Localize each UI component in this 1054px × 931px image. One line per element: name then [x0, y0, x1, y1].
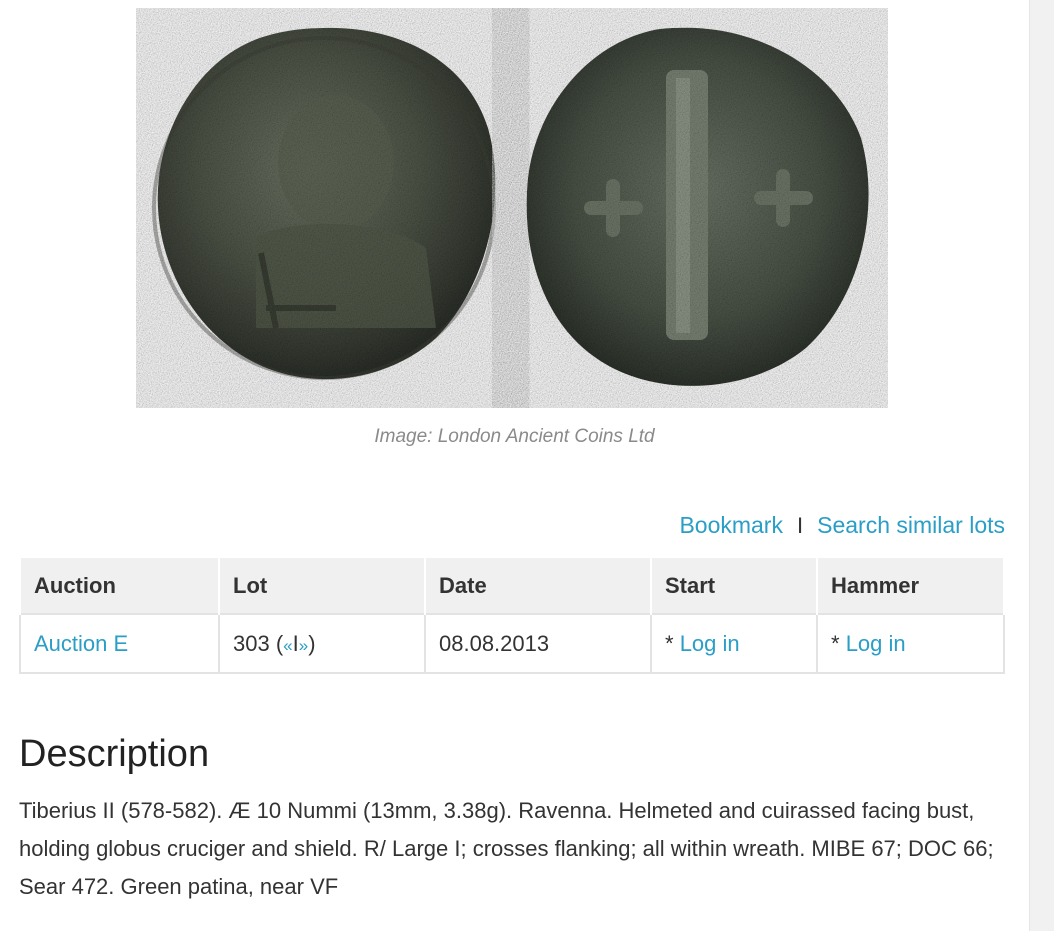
lot-number: 303 [233, 630, 270, 656]
lot-paren-close: ) [308, 630, 316, 656]
table-row: Auction E 303 («I») 08.08.2013 * Log in … [19, 613, 1005, 674]
start-asterisk: * [665, 630, 680, 656]
header-start: Start [650, 556, 818, 614]
actions-separator: I [796, 512, 804, 538]
next-lot-link[interactable]: » [299, 636, 308, 655]
bookmark-link[interactable]: Bookmark [679, 512, 783, 539]
lot-table: Auction Lot Date Start Hammer Auction E … [19, 556, 1005, 674]
start-login-link[interactable]: Log in [680, 631, 740, 656]
coin-image [136, 8, 888, 408]
search-similar-lots-link[interactable]: Search similar lots [817, 512, 1005, 539]
description-text: Tiberius II (578-582). Æ 10 Nummi (13mm,… [19, 798, 994, 899]
cell-date: 08.08.2013 [424, 613, 652, 674]
lot-paren-open: ( [269, 630, 284, 656]
header-lot: Lot [218, 556, 426, 614]
description-heading: Description [19, 733, 210, 775]
header-auction: Auction [19, 556, 220, 614]
image-caption: Image: London Ancient Coins Ltd [374, 426, 655, 447]
scrollbar[interactable] [1029, 0, 1054, 931]
hammer-login-link[interactable]: Log in [846, 631, 906, 656]
coin-obverse [152, 27, 496, 380]
lot-actions: Bookmark I Search similar lots [679, 512, 1005, 539]
coin-reverse [526, 27, 869, 386]
hammer-asterisk: * [831, 630, 846, 656]
table-header-row: Auction Lot Date Start Hammer [19, 556, 1005, 614]
cell-auction: Auction E [19, 613, 220, 674]
auction-link[interactable]: Auction E [34, 631, 128, 656]
header-hammer: Hammer [816, 556, 1005, 614]
cell-hammer: * Log in [816, 613, 1005, 674]
cell-start: * Log in [650, 613, 818, 674]
cell-lot: 303 («I») [218, 613, 426, 674]
previous-lot-link[interactable]: « [283, 636, 292, 655]
header-date: Date [424, 556, 652, 614]
